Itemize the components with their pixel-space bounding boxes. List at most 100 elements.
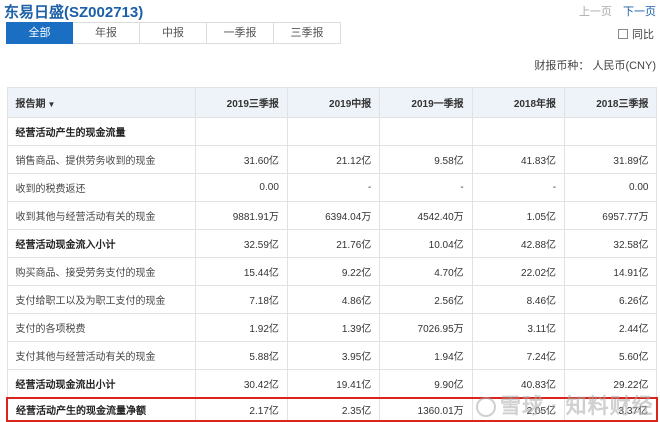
row-label: 经营活动现金流出小计	[6, 369, 196, 398]
table-row: 收到其他与经营活动有关的现金 9881.91万 6394.04万 4542.40万 1.…	[6, 201, 658, 230]
table-cell: 2.17亿	[194, 396, 288, 422]
table-row: 经营活动产生的现金流量	[6, 117, 658, 146]
table-cell: 1.94亿	[379, 341, 473, 370]
table-row: 经营活动产生的现金流量净额 2.17亿 2.35亿 1360.01万 2.05亿 3.37…	[6, 396, 658, 422]
table-cell: 6394.04万	[286, 201, 381, 230]
yoy-label: 同比	[632, 29, 654, 41]
table-cell: 15.44亿	[194, 257, 288, 286]
table-cell	[286, 117, 381, 146]
table-cell: 5.88亿	[194, 341, 288, 370]
tab-0[interactable]: 全部	[6, 22, 73, 44]
table-cell: 9.58亿	[379, 145, 473, 174]
tab-1[interactable]: 年报	[73, 22, 140, 44]
table-row: 经营活动现金流出小计 30.42亿 19.41亿 9.90亿 40.83亿 29.22亿	[6, 369, 658, 398]
table-cell: 7.24亿	[471, 341, 566, 370]
row-label: 收到的税费返还	[6, 173, 196, 202]
table-cell: 30.42亿	[194, 369, 288, 398]
row-label: 购买商品、接受劳务支付的现金	[6, 257, 196, 286]
column-header[interactable]: 2019一季报	[379, 87, 473, 118]
table-cell: 1360.01万	[379, 396, 473, 422]
table-body: 经营活动产生的现金流量 销售商品、提供劳务收到的现金 31.60亿 21.12亿 9.5…	[6, 117, 658, 422]
table-cell: 6957.77万	[564, 201, 658, 230]
table-cell: 42.88亿	[471, 229, 566, 258]
tab-4[interactable]: 三季报	[274, 22, 341, 44]
report-type-tabs: 全部 年报 中报 一季报 三季报	[6, 22, 341, 44]
table-cell: 9.22亿	[286, 257, 381, 286]
row-label: 支付其他与经营活动有关的现金	[6, 341, 196, 370]
table-cell: 0.00	[194, 173, 288, 202]
row-label: 收到其他与经营活动有关的现金	[6, 201, 196, 230]
table-cell: -	[379, 173, 473, 202]
table-row: 经营活动现金流入小计 32.59亿 21.76亿 10.04亿 42.88亿 32.58亿	[6, 229, 658, 258]
stock-title: 东易日盛(SZ002713)	[4, 4, 144, 21]
table-cell: 4542.40万	[379, 201, 473, 230]
table-cell: 41.83亿	[471, 145, 566, 174]
table-cell: 9881.91万	[194, 201, 288, 230]
table-row: 销售商品、提供劳务收到的现金 31.60亿 21.12亿 9.58亿 41.83亿 31.…	[6, 145, 658, 174]
row-label: 经营活动产生的现金流量净额	[6, 396, 196, 422]
table-cell: 14.91亿	[564, 257, 658, 286]
table-cell: 32.58亿	[564, 229, 658, 258]
table-cell: 9.90亿	[379, 369, 473, 398]
table-cell: 2.44亿	[564, 313, 658, 342]
tab-3[interactable]: 一季报	[207, 22, 274, 44]
table-cell: 21.12亿	[286, 145, 381, 174]
table-cell: 3.37亿	[564, 396, 658, 422]
table-cell: 5.60亿	[564, 341, 658, 370]
column-header[interactable]: 2019三季报	[194, 87, 288, 118]
tab-2[interactable]: 中报	[140, 22, 207, 44]
table-cell: 10.04亿	[379, 229, 473, 258]
title-row: 东易日盛(SZ002713) 上一页 下一页	[0, 0, 660, 21]
currency-label: 财报币种： 人民币(CNY)	[534, 60, 656, 72]
table-cell: 3.11亿	[471, 313, 566, 342]
table-cell: 7.18亿	[194, 285, 288, 314]
row-label: 支付给职工以及为职工支付的现金	[6, 285, 196, 314]
yoy-toggle[interactable]: 同比	[618, 26, 654, 42]
table-cell	[471, 117, 566, 146]
table-cell: 8.46亿	[471, 285, 566, 314]
table-cell: 4.70亿	[379, 257, 473, 286]
table-cell: 7026.95万	[379, 313, 473, 342]
table-cell: 2.56亿	[379, 285, 473, 314]
sort-down-icon[interactable]: ▼	[48, 100, 56, 109]
table-row: 支付给职工以及为职工支付的现金 7.18亿 4.86亿 2.56亿 8.46亿 6.26亿	[6, 285, 658, 314]
pager: 上一页 下一页	[579, 3, 656, 19]
table-cell: 1.92亿	[194, 313, 288, 342]
table-row: 支付的各项税费 1.92亿 1.39亿 7026.95万 3.11亿 2.44亿	[6, 313, 658, 342]
table-cell: 31.60亿	[194, 145, 288, 174]
next-page-link[interactable]: 下一页	[623, 6, 656, 18]
table-cell: 1.39亿	[286, 313, 381, 342]
period-header-label: 报告期	[15, 99, 46, 110]
table-cell: 4.86亿	[286, 285, 381, 314]
period-header[interactable]: 报告期 ▼	[6, 87, 196, 118]
table-cell: 6.26亿	[564, 285, 658, 314]
table-cell: 3.95亿	[286, 341, 381, 370]
row-label: 经营活动现金流入小计	[6, 229, 196, 258]
table-cell: 31.89亿	[564, 145, 658, 174]
prev-page-link[interactable]: 上一页	[579, 6, 612, 18]
table-row: 购买商品、接受劳务支付的现金 15.44亿 9.22亿 4.70亿 22.02亿 14.9…	[6, 257, 658, 286]
column-header[interactable]: 2018年报	[471, 87, 566, 118]
table-row: 支付其他与经营活动有关的现金 5.88亿 3.95亿 1.94亿 7.24亿 5.60亿	[6, 341, 658, 370]
table-cell: 2.35亿	[286, 396, 381, 422]
table-row: 收到的税费返还 0.00- - -0.00	[6, 173, 658, 202]
table-cell: 21.76亿	[286, 229, 381, 258]
table-cell: 0.00	[564, 173, 658, 202]
column-header[interactable]: 2019中报	[286, 87, 381, 118]
table-cell: 19.41亿	[286, 369, 381, 398]
table-cell: 2.05亿	[471, 396, 566, 422]
table-cell	[564, 117, 658, 146]
row-label: 经营活动产生的现金流量	[6, 117, 196, 146]
table-cell: 29.22亿	[564, 369, 658, 398]
table-cell: 32.59亿	[194, 229, 288, 258]
table-cell	[379, 117, 473, 146]
table-cell: 1.05亿	[471, 201, 566, 230]
yoy-checkbox[interactable]	[618, 29, 628, 39]
table-cell: 40.83亿	[471, 369, 566, 398]
table-cell: -	[471, 173, 566, 202]
table-header-row: 报告期 ▼ 2019三季报 2019中报 2019一季报 2018年报 2018三季报	[6, 87, 658, 118]
table-cell: -	[286, 173, 381, 202]
table-cell	[194, 117, 288, 146]
column-header[interactable]: 2018三季报	[564, 87, 658, 118]
row-label: 支付的各项税费	[6, 313, 196, 342]
